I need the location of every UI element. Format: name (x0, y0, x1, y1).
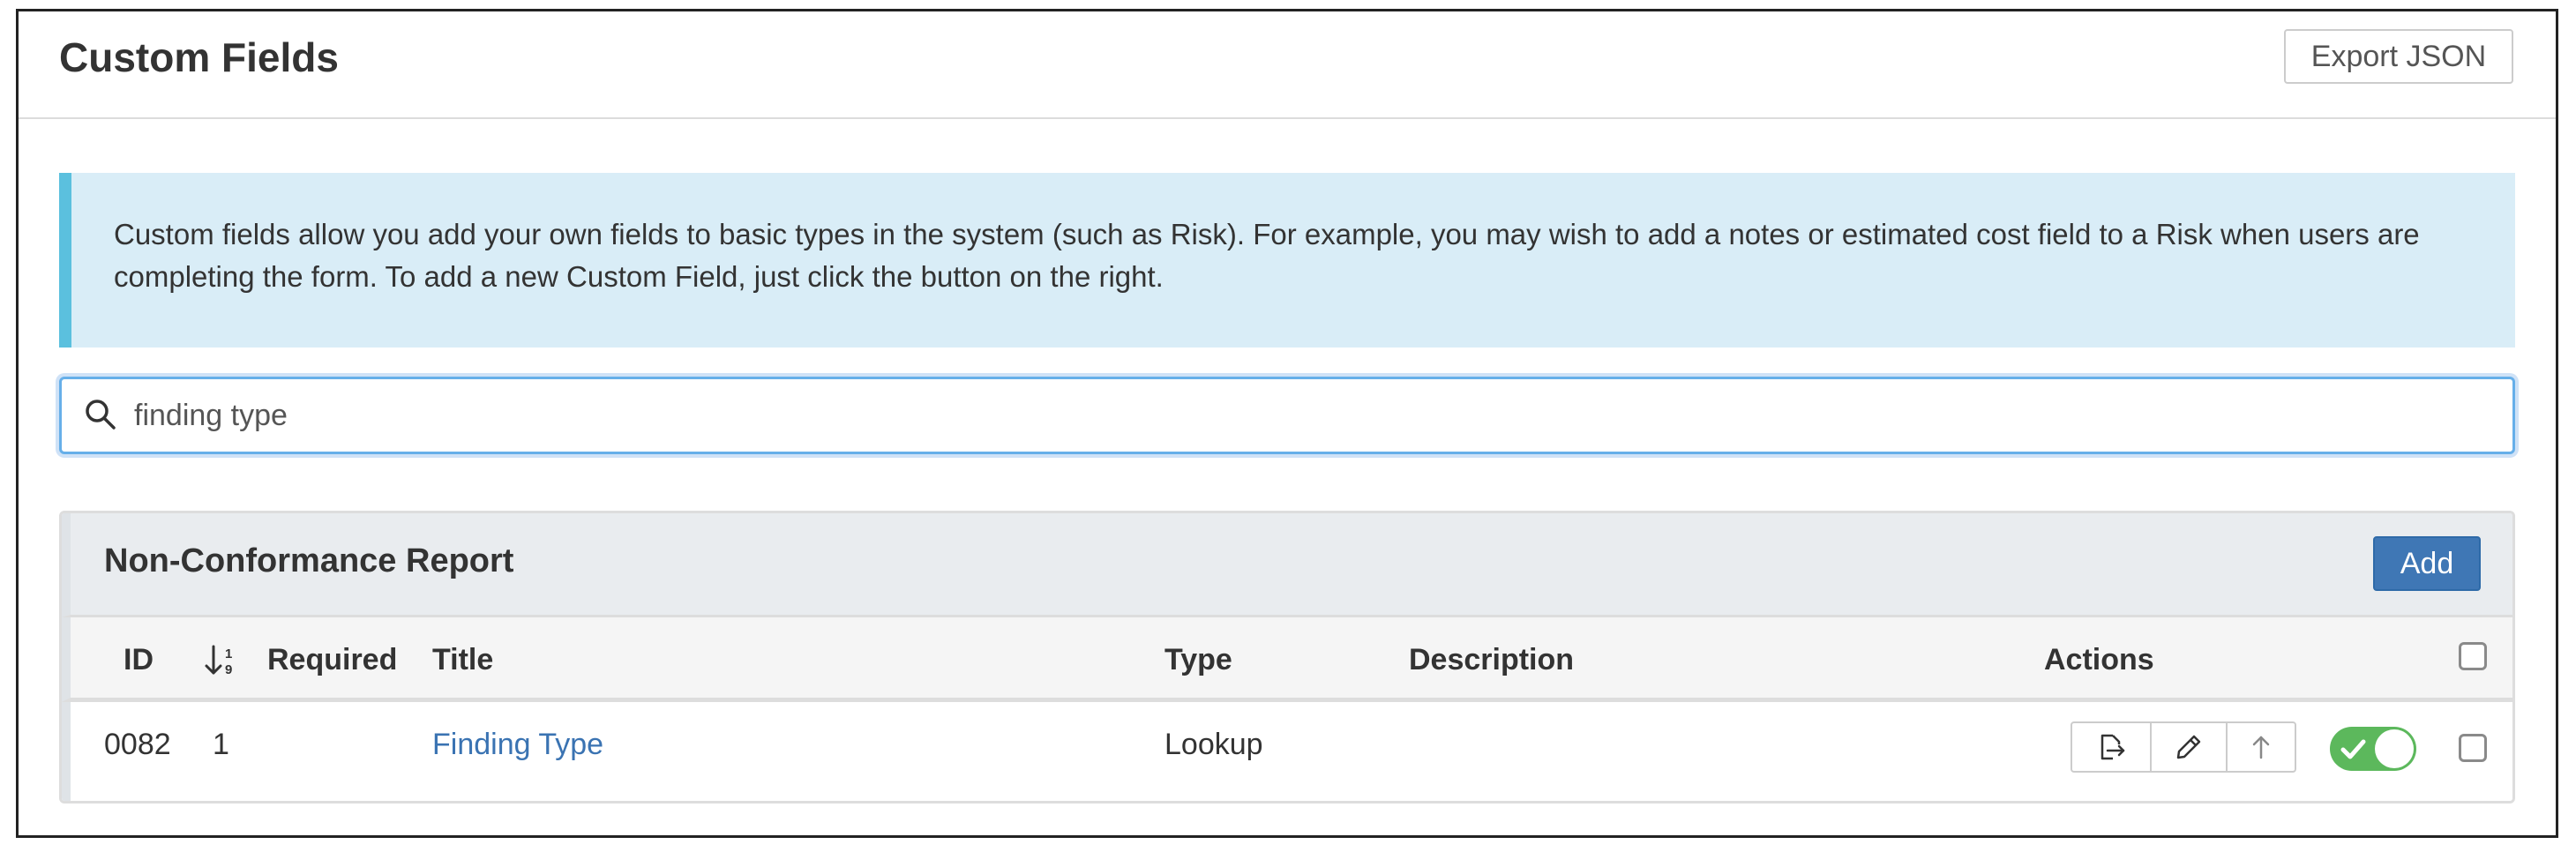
custom-fields-page: Custom Fields Export JSON Custom fields … (16, 9, 2558, 838)
info-text: Custom fields allow you add your own fie… (114, 218, 2420, 293)
row-id: 0082 (104, 728, 171, 761)
table-header: ID 1 9 Required Title Type Description A… (62, 617, 2512, 702)
row-order: 1 (213, 728, 229, 761)
svg-text:1: 1 (225, 646, 232, 661)
add-custom-field-button[interactable]: Add (2373, 536, 2481, 591)
column-header-title[interactable]: Title (432, 642, 493, 677)
enabled-toggle[interactable] (2330, 727, 2416, 771)
select-all-checkbox[interactable] (2459, 642, 2487, 670)
column-header-actions: Actions (2044, 643, 2154, 676)
toggle-knob (2375, 729, 2414, 768)
row-title-link[interactable]: Finding Type (432, 727, 603, 762)
page-header: Custom Fields Export JSON (19, 11, 2556, 119)
pencil-icon (2176, 735, 2201, 759)
sort-numeric-down-icon[interactable]: 1 9 (204, 640, 239, 679)
page-title: Custom Fields (59, 34, 339, 80)
row-select-checkbox[interactable] (2459, 734, 2487, 762)
row-type: Lookup (1164, 728, 1263, 761)
row-action-buttons (2071, 721, 2296, 773)
non-conformance-report-panel: Non-Conformance Report Add ID 1 9 Requir… (59, 511, 2515, 803)
arrow-up-icon (2252, 736, 2270, 759)
column-header-id[interactable]: ID (124, 642, 154, 677)
check-icon (2340, 739, 2366, 759)
search-icon (86, 400, 116, 430)
panel-heading: Non-Conformance Report Add (62, 513, 2512, 617)
search-box (59, 377, 2515, 454)
column-header-description[interactable]: Description (1409, 642, 1574, 677)
export-json-button[interactable]: Export JSON (2284, 29, 2513, 84)
svg-text:9: 9 (225, 662, 232, 677)
search-input[interactable] (132, 388, 2500, 443)
edit-field-button[interactable] (2152, 723, 2228, 771)
column-header-required[interactable]: Required (267, 642, 397, 677)
export-icon (2100, 734, 2125, 760)
column-header-type[interactable]: Type (1164, 642, 1232, 677)
export-field-button[interactable] (2072, 723, 2152, 771)
info-alert: Custom fields allow you add your own fie… (59, 173, 2515, 348)
move-up-button[interactable] (2228, 723, 2295, 771)
panel-title: Non-Conformance Report (104, 542, 514, 579)
table-row: 0082 1 Finding Type Lookup (62, 702, 2512, 801)
